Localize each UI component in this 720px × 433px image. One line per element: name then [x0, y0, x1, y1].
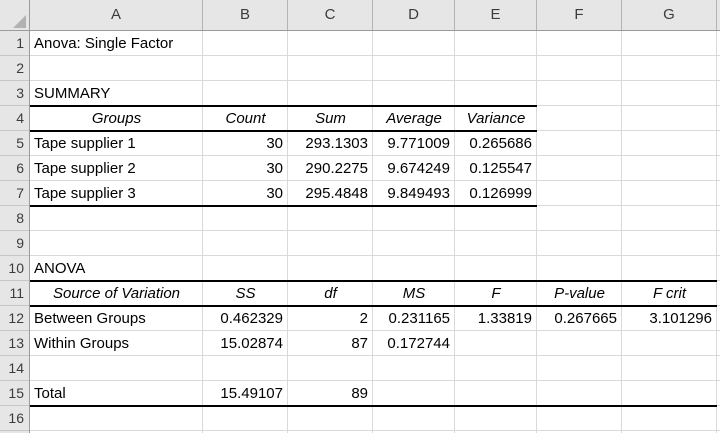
row-header-11[interactable]: 11 [0, 281, 29, 306]
summary-row-sum[interactable]: 293.1303 [288, 131, 373, 156]
summary-row-variance[interactable]: 0.125547 [455, 156, 537, 181]
spreadsheet: A B C D E F G 1 2 3 4 5 6 7 8 9 10 11 12… [0, 0, 720, 433]
summary-header-count[interactable]: Count [203, 106, 288, 131]
summary-row-group[interactable]: Tape supplier 3 [30, 181, 203, 206]
row-header-14[interactable]: 14 [0, 356, 29, 381]
summary-row-count[interactable]: 30 [203, 181, 288, 206]
row-header-8[interactable]: 8 [0, 206, 29, 231]
column-header-strip: A B C D E F G [0, 0, 720, 31]
row-header-6[interactable]: 6 [0, 156, 29, 181]
summary-header-groups[interactable]: Groups [30, 106, 203, 131]
anova-row-ss[interactable]: 0.462329 [203, 306, 288, 331]
row-header-15[interactable]: 15 [0, 381, 29, 406]
anova-row-f[interactable]: 1.33819 [455, 306, 537, 331]
summary-table-bottom-border [30, 205, 537, 207]
anova-row-df[interactable]: 2 [288, 306, 373, 331]
cell-summary-label[interactable]: SUMMARY [30, 81, 203, 106]
summary-row-average[interactable]: 9.849493 [373, 181, 455, 206]
column-header-d[interactable]: D [373, 0, 455, 30]
anova-row-df[interactable]: 89 [288, 381, 373, 406]
anova-row-source[interactable]: Within Groups [30, 331, 203, 356]
summary-row-sum[interactable]: 290.2275 [288, 156, 373, 181]
row-header-1[interactable]: 1 [0, 31, 29, 56]
row-header-strip: 1 2 3 4 5 6 7 8 9 10 11 12 13 14 15 16 [0, 31, 30, 433]
anova-row-df[interactable]: 87 [288, 331, 373, 356]
summary-row-sum[interactable]: 295.4848 [288, 181, 373, 206]
row-header-2[interactable]: 2 [0, 56, 29, 81]
anova-header-f-crit[interactable]: F crit [622, 281, 717, 306]
anova-header-ss[interactable]: SS [203, 281, 288, 306]
summary-row-variance[interactable]: 0.265686 [455, 131, 537, 156]
cell-anova-label[interactable]: ANOVA [30, 256, 203, 281]
summary-row-count[interactable]: 30 [203, 156, 288, 181]
summary-header-sum[interactable]: Sum [288, 106, 373, 131]
summary-row-group[interactable]: Tape supplier 2 [30, 156, 203, 181]
anova-header-source[interactable]: Source of Variation [30, 281, 203, 306]
column-header-g[interactable]: G [622, 0, 717, 30]
summary-header-variance[interactable]: Variance [455, 106, 537, 131]
anova-row-source[interactable]: Between Groups [30, 306, 203, 331]
column-header-e[interactable]: E [455, 0, 537, 30]
anova-row-p-value[interactable]: 0.267665 [537, 306, 622, 331]
summary-header-average[interactable]: Average [373, 106, 455, 131]
summary-row-average[interactable]: 9.771009 [373, 131, 455, 156]
summary-row-count[interactable]: 30 [203, 131, 288, 156]
row-header-4[interactable]: 4 [0, 106, 29, 131]
row-header-10[interactable]: 10 [0, 256, 29, 281]
anova-row-source[interactable]: Total [30, 381, 203, 406]
summary-table-header-border [30, 130, 537, 132]
anova-table-top-border [30, 280, 717, 282]
row-header-13[interactable]: 13 [0, 331, 29, 356]
anova-header-p-value[interactable]: P-value [537, 281, 622, 306]
select-all-triangle-icon [13, 15, 26, 28]
row-header-16[interactable]: 16 [0, 406, 29, 431]
select-all-button[interactable] [0, 0, 30, 30]
anova-row-ss[interactable]: 15.02874 [203, 331, 288, 356]
row-header-7[interactable]: 7 [0, 181, 29, 206]
summary-row-variance[interactable]: 0.126999 [455, 181, 537, 206]
column-header-f[interactable]: F [537, 0, 622, 30]
anova-row-ms[interactable]: 0.172744 [373, 331, 455, 356]
anova-row-f-crit[interactable]: 3.101296 [622, 306, 717, 331]
anova-table-header-border [30, 305, 717, 307]
anova-header-ms[interactable]: MS [373, 281, 455, 306]
anova-header-df[interactable]: df [288, 281, 373, 306]
anova-table-bottom-border [30, 405, 717, 407]
column-header-a[interactable]: A [30, 0, 203, 30]
summary-row-average[interactable]: 9.674249 [373, 156, 455, 181]
row-header-12[interactable]: 12 [0, 306, 29, 331]
cell-title[interactable]: Anova: Single Factor [30, 31, 203, 56]
anova-row-ms[interactable]: 0.231165 [373, 306, 455, 331]
summary-row-group[interactable]: Tape supplier 1 [30, 131, 203, 156]
row-header-5[interactable]: 5 [0, 131, 29, 156]
column-header-c[interactable]: C [288, 0, 373, 30]
row-header-3[interactable]: 3 [0, 81, 29, 106]
row-header-9[interactable]: 9 [0, 231, 29, 256]
column-header-b[interactable]: B [203, 0, 288, 30]
anova-header-f[interactable]: F [455, 281, 537, 306]
summary-table-top-border [30, 105, 537, 107]
anova-row-ss[interactable]: 15.49107 [203, 381, 288, 406]
sheet-grid: Anova: Single Factor SUMMARY Groups Coun… [30, 31, 720, 433]
